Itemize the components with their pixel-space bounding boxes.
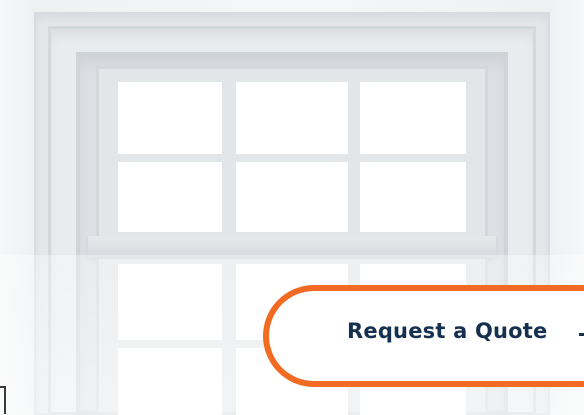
window-upper-sash xyxy=(96,66,488,246)
edge-bracket-icon xyxy=(0,386,6,414)
request-quote-button[interactable]: Request a Quote xyxy=(263,285,584,387)
request-quote-label: Request a Quote xyxy=(347,319,548,343)
hero-section: Request a Quote xyxy=(0,0,584,415)
glass-pane xyxy=(360,162,466,232)
glass-pane xyxy=(360,82,466,154)
glass-pane xyxy=(236,162,348,232)
glass-pane xyxy=(118,162,222,232)
arrow-right-icon xyxy=(579,333,584,336)
glass-pane xyxy=(118,82,222,154)
glass-pane xyxy=(236,82,348,154)
